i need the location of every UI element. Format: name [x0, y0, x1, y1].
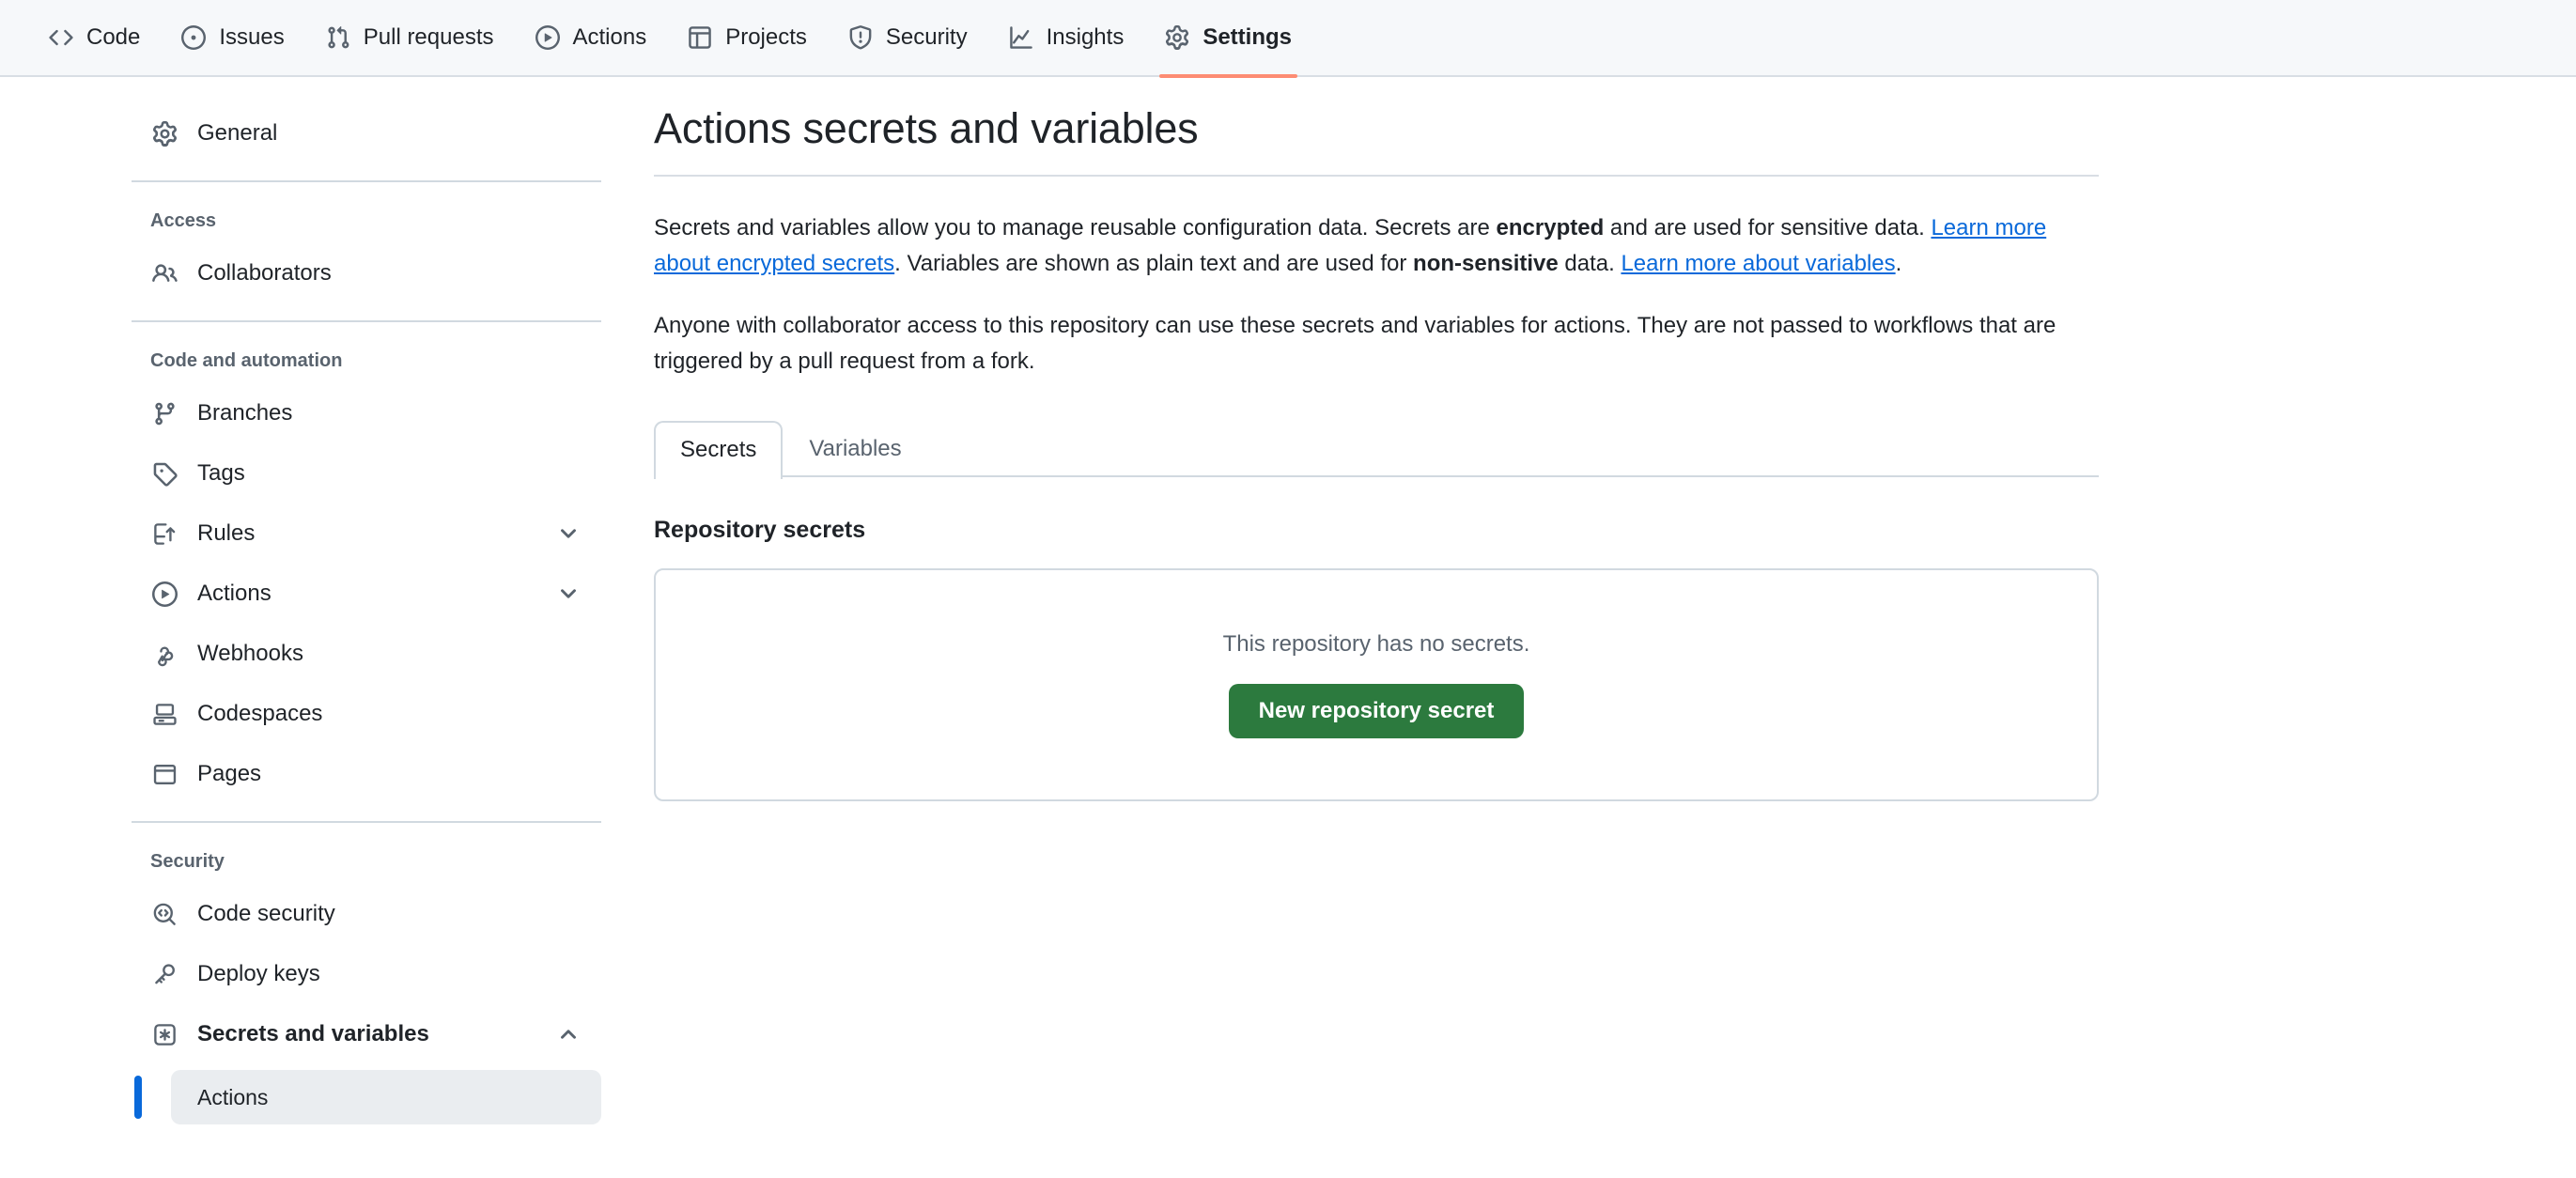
sidebar-item-label: Webhooks — [197, 641, 303, 666]
shield-icon — [848, 25, 873, 50]
sidebar-item-rules[interactable]: Rules — [132, 504, 601, 564]
asterisk-box-icon — [150, 1020, 178, 1048]
nav-tab-label: Security — [885, 24, 968, 50]
play-icon — [150, 580, 178, 608]
secrets-variables-tabbar: Secrets Variables — [654, 419, 2099, 479]
nav-tab-settings[interactable]: Settings — [1144, 0, 1312, 78]
sidebar-item-webhooks[interactable]: Webhooks — [132, 624, 601, 684]
chevron-up-icon[interactable] — [556, 1022, 581, 1046]
title-divider — [654, 175, 2099, 177]
sidebar-divider — [132, 320, 601, 322]
sidebar-item-label: Rules — [197, 520, 256, 546]
repo-nav-tabs: Code Issues Pull requests Actions Projec — [28, 0, 1312, 78]
repository-secrets-empty-panel: This repository has no secrets. New repo… — [654, 567, 2099, 801]
nav-tab-security[interactable]: Security — [828, 0, 988, 76]
sidebar-section-title-access: Access — [150, 210, 217, 231]
nav-tab-insights[interactable]: Insights — [988, 0, 1145, 76]
page-body: General Access Collaborators Code and au… — [0, 77, 2576, 1124]
sidebar-item-code-security[interactable]: Code security — [132, 884, 601, 944]
nav-tab-label: Actions — [572, 24, 647, 50]
nav-tab-code[interactable]: Code — [28, 0, 161, 76]
code-security-icon — [150, 900, 178, 928]
nav-tab-actions[interactable]: Actions — [515, 0, 668, 76]
sidebar-item-deploy-keys[interactable]: Deploy keys — [132, 944, 601, 1004]
sidebar-item-label: Code security — [197, 901, 335, 926]
nav-tab-label: Pull requests — [363, 24, 494, 50]
sidebar-item-branches[interactable]: Branches — [132, 383, 601, 443]
empty-state-message: This repository has no secrets. — [1222, 630, 1530, 657]
sidebar-item-label: Pages — [197, 761, 262, 786]
git-branch-icon — [150, 399, 178, 427]
main-content: Actions secrets and variables Secrets an… — [601, 103, 2142, 801]
sidebar-item-pages[interactable]: Pages — [132, 744, 601, 804]
sidebar-item-general[interactable]: General — [132, 103, 601, 163]
sidebar-item-label: Codespaces — [197, 701, 323, 726]
nav-tab-label: Insights — [1046, 24, 1125, 50]
link-learn-more-variables[interactable]: Learn more about variables — [1621, 251, 1895, 276]
table-icon — [688, 25, 712, 50]
tab-variables[interactable]: Variables — [783, 419, 927, 477]
codespaces-icon — [150, 700, 178, 728]
sidebar-divider — [132, 180, 601, 182]
webhook-icon — [150, 640, 178, 668]
sidebar-subitem-actions[interactable]: Actions — [171, 1070, 601, 1124]
sidebar-divider — [132, 821, 601, 823]
tag-icon — [150, 459, 178, 488]
nav-tab-issues[interactable]: Issues — [161, 0, 304, 76]
graph-icon — [1009, 25, 1033, 50]
tab-secrets[interactable]: Secrets — [654, 420, 784, 479]
desc-text-4: data. — [1558, 250, 1622, 276]
gear-icon — [150, 119, 178, 147]
desc-bold-non-sensitive: non-sensitive — [1413, 250, 1559, 276]
sidebar-section-title-code-and-automation: Code and automation — [150, 350, 343, 371]
description-paragraph-2: Anyone with collaborator access to this … — [654, 312, 2056, 374]
code-icon — [49, 25, 73, 50]
active-tab-indicator — [1159, 74, 1298, 78]
new-repository-secret-button[interactable]: New repository secret — [1228, 683, 1525, 738]
sidebar-item-label: Actions — [197, 581, 272, 606]
sidebar-item-label: Tags — [197, 460, 245, 486]
key-icon — [150, 960, 178, 988]
git-pull-request-icon — [326, 25, 350, 50]
issue-opened-icon — [181, 25, 207, 50]
chevron-down-icon[interactable] — [556, 521, 581, 546]
rules-icon — [150, 519, 178, 548]
desc-text-2: and are used for sensitive data. — [1604, 215, 1932, 240]
desc-text-5: . — [1895, 250, 1902, 276]
sidebar-item-secrets-and-variables[interactable]: Secrets and variables — [132, 1004, 601, 1064]
desc-text-1: Secrets and variables allow you to manag… — [654, 215, 1497, 240]
nav-tab-pull-requests[interactable]: Pull requests — [305, 0, 515, 76]
sidebar-item-actions[interactable]: Actions — [132, 564, 601, 624]
gear-icon — [1165, 25, 1189, 50]
page-title: Actions secrets and variables — [654, 104, 1199, 152]
sidebar-item-label: Deploy keys — [197, 961, 320, 986]
active-item-indicator — [134, 1076, 142, 1119]
description-paragraph-1: Secrets and variables allow you to manag… — [654, 210, 2082, 282]
sidebar-item-label: Collaborators — [197, 260, 332, 286]
desc-bold-encrypted: encrypted — [1496, 215, 1605, 240]
section-heading-repository-secrets: Repository secrets — [654, 516, 866, 543]
nav-tab-label: Code — [86, 24, 141, 50]
desc-text-3: . Variables are shown as plain text and … — [894, 250, 1414, 276]
nav-tab-label: Projects — [725, 24, 807, 50]
repo-navigation-bar: Code Issues Pull requests Actions Projec — [0, 0, 2576, 78]
sidebar-item-collaborators[interactable]: Collaborators — [132, 243, 601, 303]
chevron-down-icon[interactable] — [556, 581, 581, 606]
sidebar-item-label: Branches — [197, 400, 293, 426]
sidebar-item-label: Secrets and variables — [197, 1021, 429, 1046]
nav-tab-label: Issues — [219, 24, 285, 50]
settings-sidebar: General Access Collaborators Code and au… — [0, 103, 601, 1124]
sidebar-item-tags[interactable]: Tags — [132, 443, 601, 504]
sidebar-item-label: General — [197, 120, 278, 146]
people-icon — [150, 259, 178, 287]
sidebar-section-title-security: Security — [150, 851, 225, 872]
browser-icon — [150, 760, 178, 788]
nav-tab-label: Settings — [1203, 24, 1293, 50]
sidebar-item-codespaces[interactable]: Codespaces — [132, 684, 601, 744]
play-icon — [535, 25, 560, 50]
sidebar-subitem-wrapper: Actions — [132, 1070, 601, 1124]
nav-tab-projects[interactable]: Projects — [667, 0, 828, 76]
